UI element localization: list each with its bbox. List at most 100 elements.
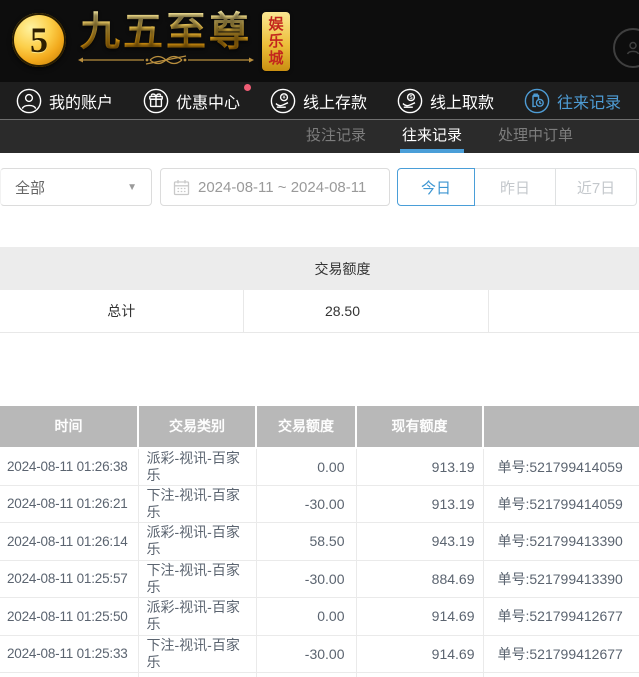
table-cell: -30.00 (256, 560, 356, 598)
filter-section: 全部 ▼ 2024-08-11 ~ 2024-08-11 今日 昨日 近7日 (0, 153, 639, 247)
table-cell: 2024-08-11 01:26:21 (0, 485, 138, 523)
table-header-row: 时间 交易类别 交易额度 现有额度 (0, 406, 639, 448)
table-cell: 单号:521799414059 (483, 448, 639, 486)
type-select[interactable]: 全部 ▼ (0, 168, 152, 206)
table-cell: 下注-视讯-百家乐 (138, 485, 256, 523)
summary-total-row: 总计 28.50 (0, 290, 639, 332)
tab-label: 投注记录 (306, 124, 366, 145)
gift-icon (143, 88, 169, 114)
nav-item-promotions[interactable]: 优惠中心 (143, 88, 240, 114)
table-cell (0, 673, 138, 677)
table-header-cell: 交易额度 (256, 406, 356, 448)
table-cell: 0.00 (256, 598, 356, 636)
date-range-input[interactable]: 2024-08-11 ~ 2024-08-11 (160, 168, 390, 206)
table-cell: 派彩-视讯-百家乐 (138, 523, 256, 561)
table-cell: 单号:521799412677 (483, 635, 639, 673)
table-cell: 2024-08-11 01:25:50 (0, 598, 138, 636)
nav-item-records[interactable]: 往来记录 (524, 88, 621, 114)
nav-item-withdraw[interactable]: $ 线上取款 (397, 88, 494, 114)
table-cell: 0.00 (256, 448, 356, 486)
page-root: 5 九五至尊 娱 乐 城 (0, 0, 639, 677)
table-row: 2024-08-11 01:26:14派彩-视讯-百家乐58.50943.19单… (0, 523, 639, 561)
brand-monogram-text: 5 (30, 19, 48, 61)
table-header-cell: 现有额度 (356, 406, 483, 448)
table-cell: 913.19 (356, 448, 483, 486)
yesterday-button[interactable]: 昨日 (475, 168, 556, 206)
table-cell: 单号:521799412677 (483, 598, 639, 636)
table-row: 2024-08-11 01:25:33下注-视讯-百家乐-30.00914.69… (0, 635, 639, 673)
type-select-value: 全部 (15, 177, 45, 198)
summary-table: 交易额度 总计 28.50 (0, 247, 639, 333)
svg-text:$: $ (409, 95, 412, 101)
summary-total-value: 28.50 (243, 290, 488, 332)
table-row: 2024-08-11 01:26:38派彩-视讯-百家乐0.00913.19单号… (0, 448, 639, 486)
table-header-cell (483, 406, 639, 448)
table-row: 2024-08-11 01:25:50派彩-视讯-百家乐0.00914.69单号… (0, 598, 639, 636)
tab-label: 往来记录 (402, 124, 462, 145)
summary-total-spacer (488, 290, 639, 332)
table-cell: 913.19 (356, 485, 483, 523)
user-icon (16, 88, 42, 114)
summary-header-spacer (488, 247, 639, 290)
promo-notification-dot (244, 84, 251, 91)
last7days-button[interactable]: 近7日 (556, 168, 637, 206)
transactions-body: 2024-08-11 01:26:38派彩-视讯-百家乐0.00913.19单号… (0, 448, 639, 677)
table-cell: 2024-08-11 01:25:33 (0, 635, 138, 673)
table-header-cell: 交易类别 (138, 406, 256, 448)
section-gap (0, 333, 639, 406)
table-cell: 943.19 (356, 523, 483, 561)
nav-item-label: 往来记录 (557, 89, 621, 113)
summary-header-row: 交易额度 (0, 247, 639, 290)
tab-transaction-records[interactable]: 往来记录 (400, 120, 464, 153)
table-cell: 单号:521799413390 (483, 560, 639, 598)
table-cell: 派彩-视讯-百家乐 (138, 598, 256, 636)
today-button[interactable]: 今日 (397, 168, 475, 206)
brand-flourish-ornament (76, 52, 256, 68)
table-cell: 下注-视讯-百家乐 (138, 635, 256, 673)
main-nav: 我的账户 优惠中心 ¥ 线上存款 (0, 82, 639, 120)
site-header: 5 九五至尊 娱 乐 城 (0, 0, 639, 82)
brand-name: 九五至尊 (80, 10, 252, 54)
nav-item-label: 优惠中心 (176, 89, 240, 113)
calendar-icon (173, 179, 190, 196)
withdraw-icon: $ (397, 88, 423, 114)
nav-item-label: 我的账户 (49, 89, 113, 113)
transactions-table: 时间 交易类别 交易额度 现有额度 2024-08-11 01:26:38派彩-… (0, 406, 639, 677)
nav-item-deposit[interactable]: ¥ 线上存款 (270, 88, 367, 114)
table-cell: 派彩-视讯-百家乐 (138, 448, 256, 486)
table-cell: 单号:521799414059 (483, 485, 639, 523)
summary-total-label: 总计 (0, 290, 243, 332)
nav-item-account[interactable]: 我的账户 (16, 88, 113, 114)
table-cell: 2024-08-11 01:26:38 (0, 448, 138, 486)
tab-bet-records[interactable]: 投注记录 (304, 120, 368, 153)
table-cell (483, 673, 639, 677)
table-cell: 58.50 (256, 523, 356, 561)
records-tab-bar: 投注记录 往来记录 处理中订单 (0, 120, 639, 153)
table-cell: 下注-视讯-百家乐 (138, 560, 256, 598)
table-cell (256, 673, 356, 677)
table-header-cell: 时间 (0, 406, 138, 448)
tab-label: 处理中订单 (498, 124, 573, 145)
brand-logo[interactable]: 5 九五至尊 娱 乐 城 (12, 10, 290, 71)
nav-item-label: 线上取款 (430, 89, 494, 113)
table-row-partial (0, 673, 639, 677)
nav-item-label: 线上存款 (303, 89, 367, 113)
brand-tagline-badge: 娱 乐 城 (262, 12, 290, 71)
table-row: 2024-08-11 01:26:21下注-视讯-百家乐-30.00913.19… (0, 485, 639, 523)
table-cell (356, 673, 483, 677)
table-row: 2024-08-11 01:25:57下注-视讯-百家乐-30.00884.69… (0, 560, 639, 598)
brand-text-block: 九五至尊 (76, 10, 256, 68)
table-cell: 2024-08-11 01:25:57 (0, 560, 138, 598)
summary-header-cell: 交易额度 (243, 247, 488, 290)
brand-logo-icon: 5 (12, 13, 66, 67)
tab-pending-orders[interactable]: 处理中订单 (496, 120, 575, 153)
table-cell: 单号:521799413390 (483, 523, 639, 561)
table-cell: 2024-08-11 01:26:14 (0, 523, 138, 561)
quick-range-group: 今日 昨日 近7日 (397, 168, 637, 206)
support-icon[interactable] (613, 28, 639, 68)
date-range-value: 2024-08-11 ~ 2024-08-11 (198, 179, 366, 196)
records-icon (524, 88, 550, 114)
table-cell (138, 673, 256, 677)
table-cell: 914.69 (356, 635, 483, 673)
table-cell: -30.00 (256, 485, 356, 523)
